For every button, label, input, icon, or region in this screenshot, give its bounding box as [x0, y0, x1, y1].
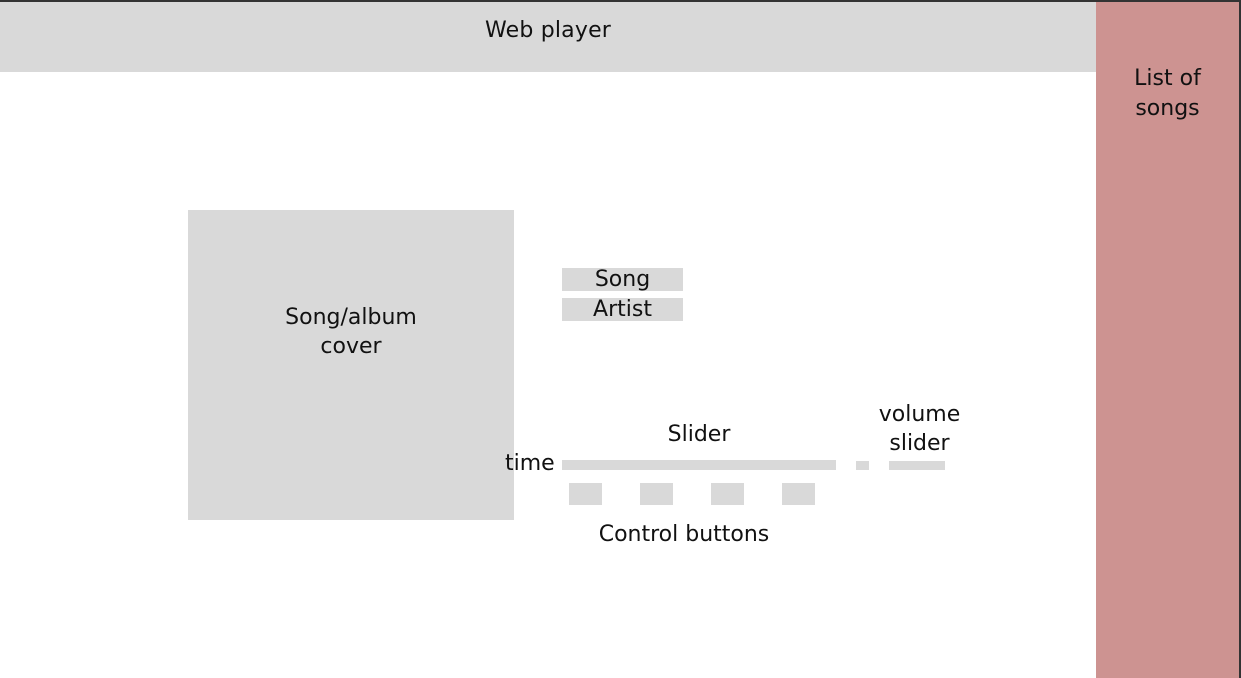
slider-label: Slider: [667, 422, 731, 447]
time-label: time: [505, 451, 555, 476]
artist-name: Artist: [562, 298, 683, 321]
control-buttons-label: Control buttons: [598, 522, 770, 547]
control-button-3[interactable]: [711, 483, 744, 505]
song-list-label: List of songs: [1134, 66, 1201, 121]
song-list-sidebar[interactable]: List of songs: [1096, 0, 1241, 678]
volume-slider-label: volume slider: [878, 402, 961, 456]
header-bar: Web player: [0, 2, 1096, 72]
album-cover: Song/album cover: [188, 210, 514, 520]
page-title: Web player: [484, 18, 612, 43]
progress-slider[interactable]: [562, 460, 836, 470]
album-cover-label: Song/album cover: [285, 305, 417, 359]
volume-icon[interactable]: [856, 461, 869, 470]
control-button-4[interactable]: [782, 483, 815, 505]
song-title: Song: [562, 268, 683, 291]
control-button-1[interactable]: [569, 483, 602, 505]
volume-slider[interactable]: [889, 461, 945, 470]
control-button-2[interactable]: [640, 483, 673, 505]
